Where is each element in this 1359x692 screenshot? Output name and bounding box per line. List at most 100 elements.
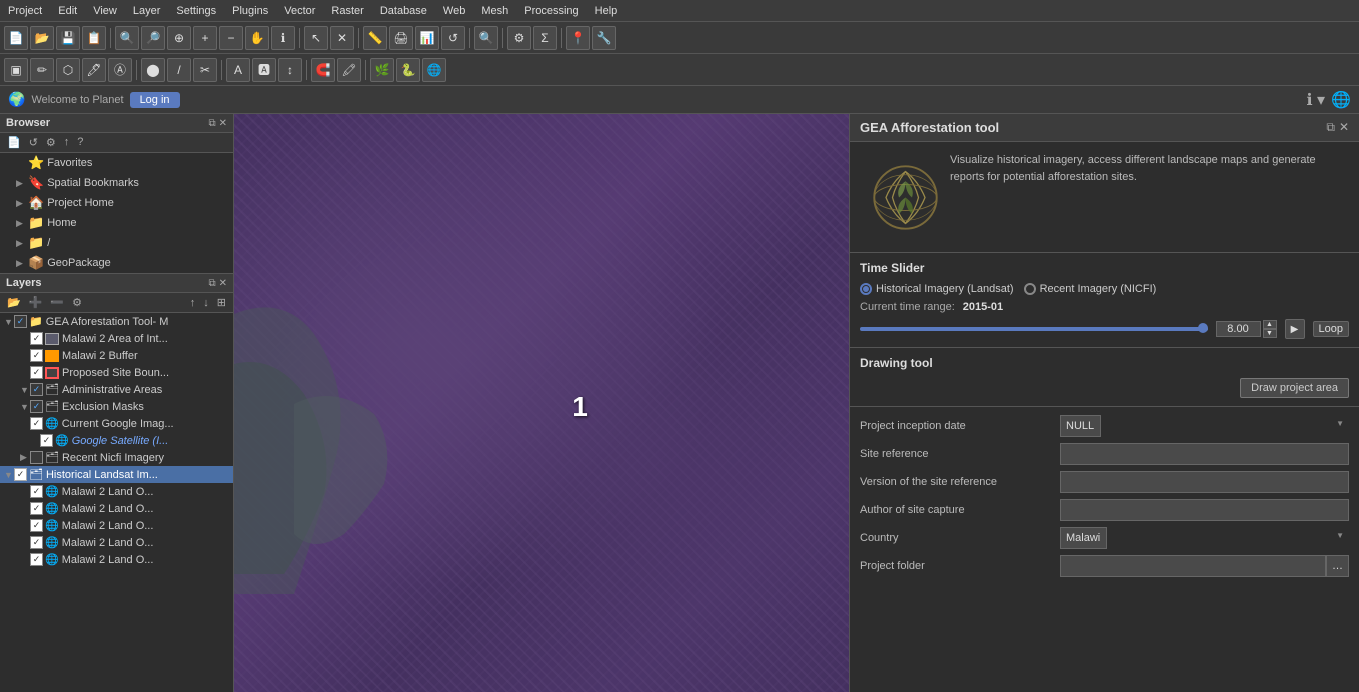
time-slider-thumb[interactable]	[1198, 323, 1208, 333]
nicfi-check[interactable]	[30, 451, 43, 464]
histogram-button[interactable]: 📊	[415, 26, 439, 50]
version-input[interactable]	[1060, 471, 1349, 493]
python-button[interactable]: 🐍	[396, 58, 420, 82]
layers-expand-icon[interactable]: ⊞	[214, 295, 229, 310]
layer-admin-areas[interactable]: ▼ ✓ 🗂 Administrative Areas	[0, 381, 233, 398]
inception-date-select[interactable]: NULL	[1060, 415, 1101, 437]
menu-database[interactable]: Database	[372, 3, 435, 19]
proposed-site-check[interactable]: ✓	[30, 366, 43, 379]
layer-historical-landsat[interactable]: ▼ ✓ 🗂 Historical Landsat Im...	[0, 466, 233, 483]
right-close-icon[interactable]: ✕	[1339, 120, 1349, 135]
planet-login-button[interactable]: Log in	[130, 92, 180, 108]
malawi-buffer-check[interactable]: ✓	[30, 349, 43, 362]
planet-globe-icon[interactable]: 🌐	[1331, 90, 1351, 110]
coordinate-button[interactable]: 📍	[566, 26, 590, 50]
layer-nicfi[interactable]: ▶ 🗂 Recent Nicfi Imagery	[0, 449, 233, 466]
browser-item-project-home[interactable]: ▶ 🏠 Project Home	[0, 193, 233, 213]
browser-close-icon[interactable]: ✕	[219, 118, 227, 129]
layer-malawi-aoi[interactable]: ✓ Malawi 2 Area of Int...	[0, 330, 233, 347]
loop-button[interactable]: Loop	[1313, 321, 1349, 337]
country-select[interactable]: Malawi	[1060, 527, 1107, 549]
identify-button[interactable]: ℹ	[271, 26, 295, 50]
layers-open-icon[interactable]: 📂	[4, 295, 24, 310]
menu-mesh[interactable]: Mesh	[473, 3, 516, 19]
zoom-full-button[interactable]: 🔍	[115, 26, 139, 50]
split-button[interactable]: ✂	[193, 58, 217, 82]
play-button[interactable]: ▶	[1285, 319, 1305, 339]
gea-group-check[interactable]: ✓	[14, 315, 27, 328]
measure-button[interactable]: 📏	[363, 26, 387, 50]
google-imagery-check[interactable]: ✓	[30, 417, 43, 430]
layer-google-satellite[interactable]: ✓ 🌐 Google Satellite (I...	[0, 432, 233, 449]
browser-filter-icon[interactable]: ⚙	[43, 135, 59, 150]
layer-malawi-land-1[interactable]: ✓ 🌐 Malawi 2 Land O...	[0, 483, 233, 500]
browser-float-icon[interactable]: ⧉	[208, 118, 215, 129]
qgis-icon-button[interactable]: 🌐	[422, 58, 446, 82]
historical-imagery-radio[interactable]	[860, 283, 872, 295]
label-tool-button[interactable]: A	[226, 58, 250, 82]
save-project-button[interactable]: 💾	[56, 26, 80, 50]
time-slider-track[interactable]	[860, 327, 1208, 331]
menu-raster[interactable]: Raster	[323, 3, 371, 19]
time-step-up-button[interactable]: ▲	[1263, 320, 1277, 329]
layer-malawi-buffer[interactable]: ✓ Malawi 2 Buffer	[0, 347, 233, 364]
label-move-button[interactable]: ↕	[278, 58, 302, 82]
admin-areas-check[interactable]: ✓	[30, 383, 43, 396]
menu-plugins[interactable]: Plugins	[224, 3, 276, 19]
google-satellite-check[interactable]: ✓	[40, 434, 53, 447]
print-button[interactable]: 🖨	[389, 26, 413, 50]
browser-collapse-icon[interactable]: ↑	[61, 135, 73, 150]
map-area[interactable]: 1	[234, 114, 849, 692]
digitize-3-button[interactable]: ⬡	[56, 58, 80, 82]
trace-button[interactable]: 🖍	[337, 58, 361, 82]
browser-item-geopackage[interactable]: ▶ 📦 GeoPackage	[0, 253, 233, 273]
reshape-button[interactable]: /	[167, 58, 191, 82]
deselect-button[interactable]: ✕	[330, 26, 354, 50]
browser-item-favorites[interactable]: ⭐ Favorites	[0, 153, 233, 173]
historical-imagery-option[interactable]: Historical Imagery (Landsat)	[860, 283, 1014, 295]
open-project-button[interactable]: 📂	[30, 26, 54, 50]
layers-remove-icon[interactable]: ➖	[47, 295, 67, 310]
malawi-aoi-check[interactable]: ✓	[30, 332, 43, 345]
grass-button[interactable]: 🌿	[370, 58, 394, 82]
layers-up-icon[interactable]: ↑	[187, 296, 199, 310]
land4-check[interactable]: ✓	[30, 536, 43, 549]
snap-button[interactable]: 🧲	[311, 58, 335, 82]
menu-view[interactable]: View	[85, 3, 125, 19]
project-folder-input[interactable]	[1060, 555, 1326, 577]
planet-info-icon[interactable]: ℹ ▾	[1307, 90, 1326, 110]
layer-malawi-land-4[interactable]: ✓ 🌐 Malawi 2 Land O...	[0, 534, 233, 551]
browser-item-home[interactable]: ▶ 📁 Home	[0, 213, 233, 233]
time-step-down-button[interactable]: ▼	[1263, 329, 1277, 338]
layer-exclusion-masks[interactable]: ▼ ✓ 🗂 Exclusion Masks	[0, 398, 233, 415]
menu-web[interactable]: Web	[435, 3, 473, 19]
layers-close-icon[interactable]: ✕	[219, 278, 227, 289]
time-number-input[interactable]	[1216, 321, 1261, 337]
layer-malawi-land-5[interactable]: ✓ 🌐 Malawi 2 Land O...	[0, 551, 233, 568]
recent-imagery-option[interactable]: Recent Imagery (NICFI)	[1024, 283, 1157, 295]
recent-imagery-radio[interactable]	[1024, 283, 1036, 295]
layers-down-icon[interactable]: ↓	[200, 296, 212, 310]
plugin-2-button[interactable]: Σ	[533, 26, 557, 50]
site-reference-input[interactable]	[1060, 443, 1349, 465]
new-project-button[interactable]: 📄	[4, 26, 28, 50]
land1-check[interactable]: ✓	[30, 485, 43, 498]
layer-malawi-land-3[interactable]: ✓ 🌐 Malawi 2 Land O...	[0, 517, 233, 534]
refresh-button[interactable]: ↺	[441, 26, 465, 50]
pan-button[interactable]: ✋	[245, 26, 269, 50]
layers-float-icon[interactable]: ⧉	[208, 278, 215, 289]
land5-check[interactable]: ✓	[30, 553, 43, 566]
land2-check[interactable]: ✓	[30, 502, 43, 515]
zoom-out-button[interactable]: −	[219, 26, 243, 50]
draw-project-area-button[interactable]: Draw project area	[1240, 378, 1349, 398]
save-as-button[interactable]: 📋	[82, 26, 106, 50]
digitize-4-button[interactable]: 🖊	[82, 58, 106, 82]
zoom-in-button[interactable]: +	[193, 26, 217, 50]
layer-malawi-land-2[interactable]: ✓ 🌐 Malawi 2 Land O...	[0, 500, 233, 517]
browser-refresh-icon[interactable]: ↺	[26, 135, 41, 150]
historical-landsat-check[interactable]: ✓	[14, 468, 27, 481]
browser-item-bookmarks[interactable]: ▶ 🔖 Spatial Bookmarks	[0, 173, 233, 193]
select-button[interactable]: ↖	[304, 26, 328, 50]
node-tool-button[interactable]: ⬤	[141, 58, 165, 82]
menu-edit[interactable]: Edit	[50, 3, 85, 19]
